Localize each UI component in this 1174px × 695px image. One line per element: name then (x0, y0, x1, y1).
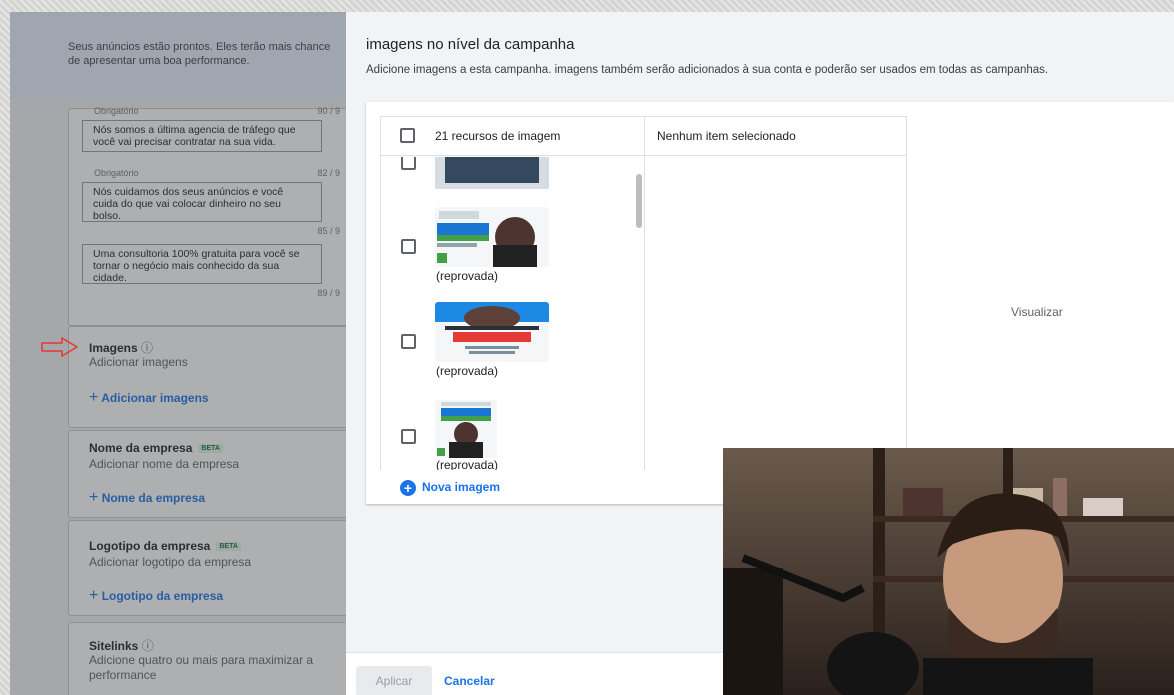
image-list-header: 21 recursos de imagem (380, 116, 644, 156)
image-checkbox[interactable] (401, 239, 416, 254)
list-scrollbar[interactable] (636, 174, 642, 228)
business-name-title: Nome da empresa BETA (89, 441, 223, 455)
business-logo-title: Logotipo da empresa BETA (89, 539, 241, 553)
image-checkbox[interactable] (401, 334, 416, 349)
description-field-3[interactable]: Uma consultoria 100% gratuita para você … (82, 244, 322, 284)
add-business-logo-button[interactable]: + Logotipo da empresa (89, 587, 223, 605)
cancel-button[interactable]: Cancelar (444, 666, 495, 695)
business-logo-section: Logotipo da empresa BETA Adicionar logoti… (68, 520, 346, 616)
new-image-button[interactable]: + Nova imagem (400, 480, 500, 496)
image-thumbnail[interactable] (435, 157, 549, 189)
webcam-overlay (723, 448, 1174, 695)
plus-icon: + (89, 489, 99, 506)
selected-header: Nenhum item selecionado (644, 116, 906, 156)
business-name-section: Nome da empresa BETA Adicionar nome da em… (68, 430, 346, 518)
plus-icon: + (89, 587, 99, 604)
description-meta-1: Obrigatório 90 / 9 (94, 106, 340, 116)
sitelinks-subtitle: Adicione quatro ou mais para maximizar a… (89, 653, 314, 682)
images-section-title: Imagens ⓘ (89, 341, 154, 355)
image-thumbnail[interactable] (435, 302, 549, 362)
business-logo-subtitle: Adicionar logotipo da empresa (89, 555, 252, 569)
dialog-subtitle: Adicione imagens a esta campanha. imagen… (366, 64, 1049, 76)
ready-notice: Seus anúncios estão prontos. Eles terão … (10, 12, 346, 98)
image-status: (reprovada) (436, 458, 499, 470)
beta-badge: BETA (198, 444, 223, 454)
image-thumbnail[interactable] (435, 400, 497, 458)
help-icon[interactable]: ⓘ (141, 341, 153, 355)
business-name-subtitle: Adicionar nome da empresa (89, 457, 240, 471)
dialog-title: imagens no nível da campanha (366, 36, 575, 53)
beta-badge: BETA (216, 542, 241, 552)
image-picker-card: 21 recursos de imagem Nenhum item seleci… (366, 102, 1174, 504)
image-status: (reprovada) (436, 269, 499, 283)
image-list[interactable]: (reprovada) (reprovada) (reprovada) (381, 157, 644, 470)
add-circle-icon: + (400, 480, 416, 496)
image-count-label: 21 recursos de imagem (435, 129, 561, 143)
apply-button[interactable]: Aplicar (356, 666, 432, 695)
image-status: (reprovada) (436, 364, 499, 378)
add-business-name-button[interactable]: + Nome da empresa (89, 489, 205, 507)
description-field-1[interactable]: Nós somos a última agencia de tráfego qu… (82, 120, 322, 152)
image-checkbox[interactable] (401, 157, 416, 170)
sitelinks-section: Sitelinks ⓘ Adicione quatro ou mais para… (68, 622, 346, 695)
add-images-button[interactable]: + Adicionar imagens (89, 389, 209, 407)
images-section: Imagens ⓘ Adicionar imagens + Adicionar … (68, 326, 346, 428)
sitelinks-title: Sitelinks ⓘ (89, 639, 154, 653)
red-arrow-annotation-icon (41, 337, 78, 357)
image-checkbox[interactable] (401, 429, 416, 444)
images-section-subtitle: Adicionar imagens (89, 355, 188, 369)
help-icon[interactable]: ⓘ (142, 639, 154, 653)
select-all-checkbox[interactable] (400, 128, 415, 143)
plus-icon: + (89, 389, 99, 406)
preview-label: Visualizar (1011, 305, 1063, 319)
selected-count-label: Nenhum item selecionado (657, 129, 796, 143)
description-meta-2: Obrigatório 82 / 9 (94, 168, 340, 178)
image-thumbnail[interactable] (435, 207, 549, 267)
description-field-2[interactable]: Nós cuidamos dos seus anúncios e você cu… (82, 182, 322, 222)
